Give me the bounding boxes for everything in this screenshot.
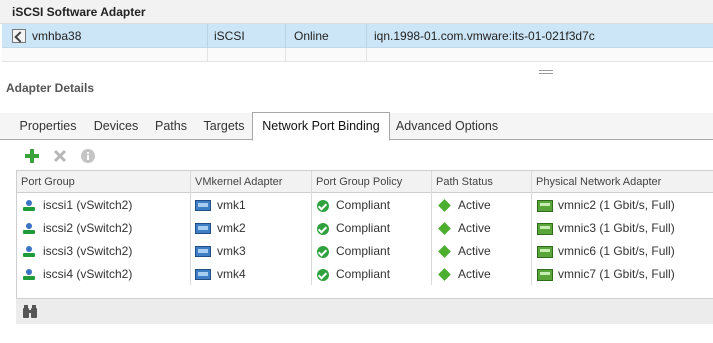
path-status-cell: Active: [458, 244, 491, 258]
table-row[interactable]: iscsi1 (vSwitch2) vmk1 Compliant Active …: [17, 194, 713, 217]
column-divider: [285, 24, 286, 48]
column-divider: [366, 48, 367, 62]
port-group-cell: iscsi4 (vSwitch2): [43, 267, 133, 281]
path-status-cell: Active: [458, 267, 491, 281]
info-icon[interactable]: [80, 148, 96, 164]
port-group-icon: [23, 223, 35, 235]
adapter-type: iSCSI: [214, 29, 245, 43]
physical-adapter-cell: vmnic3 (1 Gbit/s, Full): [558, 221, 675, 235]
physical-adapter-cell: vmnic6 (1 Gbit/s, Full): [558, 244, 675, 258]
policy-cell: Compliant: [336, 267, 391, 281]
tab-paths[interactable]: Paths: [146, 113, 196, 140]
policy-cell: Compliant: [336, 198, 391, 212]
storage-adapter-icon: [12, 29, 26, 43]
port-group-cell: iscsi1 (vSwitch2): [43, 198, 133, 212]
adapter-name: vmhba38: [32, 29, 82, 43]
vmkernel-adapter-icon: [195, 223, 211, 234]
adapter-panel-header: iSCSI Software Adapter: [0, 0, 713, 24]
port-group-cell: iscsi2 (vSwitch2): [43, 221, 133, 235]
physical-adapter-cell: vmnic7 (1 Gbit/s, Full): [558, 267, 675, 281]
port-binding-grid: Port Group VMkernel Adapter Port Group P…: [16, 170, 713, 298]
adapter-status: Online: [294, 29, 329, 43]
adapter-panel-title: iSCSI Software Adapter: [12, 5, 146, 19]
vmkernel-adapter-cell: vmk2: [217, 221, 246, 235]
path-status-cell: Active: [458, 221, 491, 235]
table-row[interactable]: iscsi4 (vSwitch2) vmk4 Compliant Active …: [17, 263, 713, 286]
active-status-icon: [438, 268, 451, 281]
vmkernel-adapter-cell: vmk4: [217, 267, 246, 281]
tab-properties[interactable]: Properties: [10, 113, 86, 140]
adapter-iqn: iqn.1998-01.com.vmware:its-01-021f3d7c: [374, 29, 595, 43]
active-status-icon: [438, 222, 451, 235]
port-group-icon: [23, 269, 35, 281]
physical-nic-icon: [537, 200, 553, 212]
policy-cell: Compliant: [336, 244, 391, 258]
physical-nic-icon: [537, 269, 553, 281]
physical-adapter-cell: vmnic2 (1 Gbit/s, Full): [558, 198, 675, 212]
column-divider: [285, 48, 286, 62]
tab-network-port-binding[interactable]: Network Port Binding: [252, 112, 390, 141]
physical-nic-icon: [537, 223, 553, 235]
adapter-details-title: Adapter Details: [6, 81, 95, 95]
column-header-vmkernel-adapter[interactable]: VMkernel Adapter: [191, 171, 282, 193]
active-status-icon: [438, 199, 451, 212]
compliant-check-icon: [317, 223, 329, 235]
empty-adapter-row: [2, 48, 713, 62]
adapter-row[interactable]: vmhba38 iSCSI Online iqn.1998-01.com.vmw…: [2, 24, 713, 48]
column-header-physical-network-adapter[interactable]: Physical Network Adapter: [532, 171, 661, 193]
column-header-port-group[interactable]: Port Group: [17, 171, 75, 193]
tab-advanced-options[interactable]: Advanced Options: [390, 113, 504, 140]
vmkernel-adapter-cell: vmk1: [217, 198, 246, 212]
vmkernel-adapter-icon: [195, 200, 211, 211]
binoculars-icon[interactable]: [22, 305, 38, 319]
grid-header: Port Group VMkernel Adapter Port Group P…: [17, 171, 713, 193]
panel-splitter-handle[interactable]: [539, 69, 553, 75]
vmkernel-adapter-icon: [195, 246, 211, 257]
grid-footer: [16, 298, 713, 324]
plus-icon[interactable]: [24, 148, 40, 164]
compliant-check-icon: [317, 246, 329, 258]
column-divider: [207, 48, 208, 62]
port-group-cell: iscsi3 (vSwitch2): [43, 244, 133, 258]
port-group-icon: [23, 200, 35, 212]
policy-cell: Compliant: [336, 221, 391, 235]
table-row[interactable]: iscsi2 (vSwitch2) vmk2 Compliant Active …: [17, 217, 713, 240]
column-header-port-group-policy[interactable]: Port Group Policy: [312, 171, 402, 193]
vmkernel-adapter-cell: vmk3: [217, 244, 246, 258]
details-tabbar: Properties Devices Paths Targets Network…: [0, 112, 713, 141]
tab-targets[interactable]: Targets: [196, 113, 252, 140]
physical-nic-icon: [537, 246, 553, 258]
column-header-path-status[interactable]: Path Status: [432, 171, 493, 193]
compliant-check-icon: [317, 269, 329, 281]
table-row[interactable]: iscsi3 (vSwitch2) vmk3 Compliant Active …: [17, 240, 713, 263]
column-divider: [366, 24, 367, 48]
port-group-icon: [23, 246, 35, 258]
path-status-cell: Active: [458, 198, 491, 212]
tab-devices[interactable]: Devices: [86, 113, 146, 140]
column-divider: [207, 24, 208, 48]
vmkernel-adapter-icon: [195, 269, 211, 280]
active-status-icon: [438, 245, 451, 258]
compliant-check-icon: [317, 200, 329, 212]
x-icon[interactable]: [52, 148, 68, 164]
